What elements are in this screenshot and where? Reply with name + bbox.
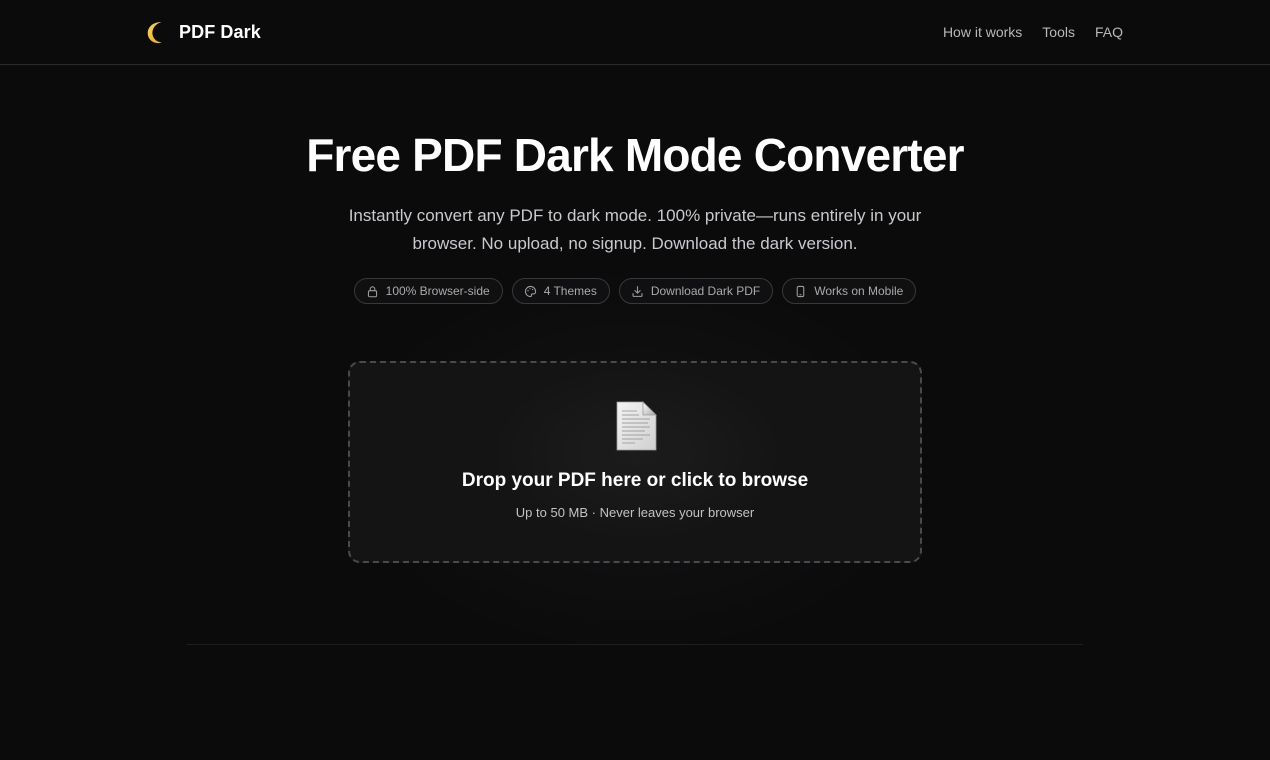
feature-badge-browser-side: 100% Browser-side bbox=[353, 278, 503, 304]
document-icon bbox=[616, 401, 657, 451]
brand-name: PDF Dark bbox=[179, 21, 261, 42]
nav-link-tools[interactable]: Tools bbox=[1042, 24, 1075, 40]
hero-subtitle-line-2: browser. No upload, no signup. Download … bbox=[412, 234, 858, 253]
nav-link-how-it-works[interactable]: How it works bbox=[943, 24, 1022, 40]
page-title: Free PDF Dark Mode Converter bbox=[306, 129, 964, 181]
section-divider bbox=[187, 644, 1083, 645]
crescent-moon-icon bbox=[147, 22, 162, 44]
page: PDF Dark How it works Tools FAQ Free PDF… bbox=[0, 0, 1270, 760]
hero-subtitle-line-1: Instantly convert any PDF to dark mode. … bbox=[348, 206, 922, 225]
hero-subtitle: Instantly convert any PDF to dark mode. … bbox=[300, 202, 970, 258]
dropzone-subtitle: Up to 50 MB · Never leaves your browser bbox=[515, 505, 755, 520]
feature-badges: 100% Browser-side 4 Themes Download Dark… bbox=[0, 278, 1270, 304]
main-nav: How it works Tools FAQ bbox=[943, 22, 1123, 42]
pdf-dropzone[interactable]: Drop your PDF here or click to browse Up… bbox=[348, 361, 922, 563]
feature-badge-label: Download Dark PDF bbox=[650, 284, 761, 298]
nav-link-faq[interactable]: FAQ bbox=[1095, 24, 1123, 40]
dropzone-title: Drop your PDF here or click to browse bbox=[461, 470, 809, 491]
feature-badge-label: Works on Mobile bbox=[814, 284, 904, 298]
download-icon bbox=[632, 285, 643, 297]
feature-badge-label: 4 Themes bbox=[543, 284, 597, 298]
mobile-phone-icon bbox=[796, 285, 805, 297]
lock-icon bbox=[367, 285, 377, 297]
brand-logo-link[interactable]: PDF Dark bbox=[146, 18, 261, 46]
top-navigation-bar: PDF Dark How it works Tools FAQ bbox=[0, 0, 1270, 65]
feature-badge-themes: 4 Themes bbox=[511, 278, 610, 304]
palette-icon bbox=[524, 285, 536, 297]
feature-badge-download: Download Dark PDF bbox=[618, 278, 774, 304]
feature-badge-mobile: Works on Mobile bbox=[782, 278, 917, 304]
feature-badge-label: 100% Browser-side bbox=[385, 284, 490, 298]
